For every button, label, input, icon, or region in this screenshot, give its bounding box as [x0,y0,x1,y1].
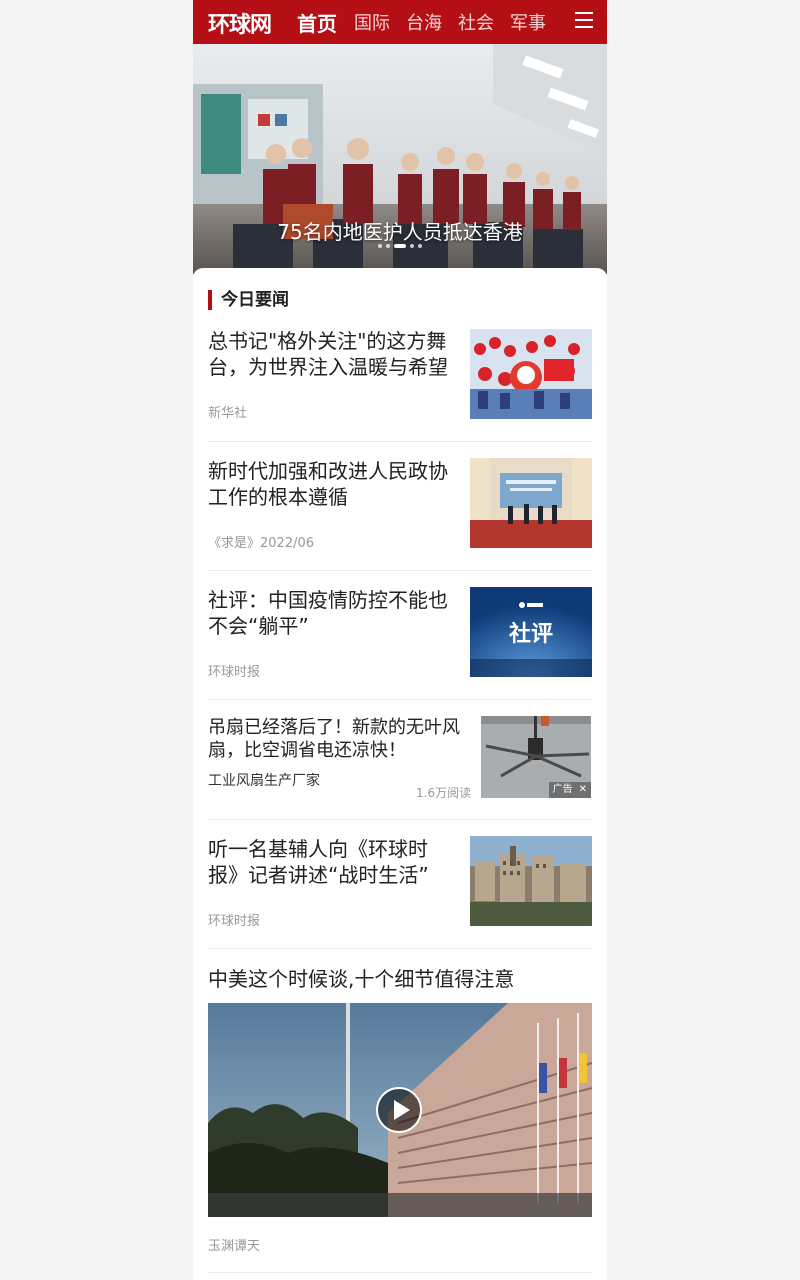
video-title[interactable]: 中美这个时候谈,十个细节值得注意 [208,963,514,992]
news-source: 环球时报 [208,914,261,929]
ad-read-count: 1.6万阅读 [416,786,472,800]
top-nav-bar: 环球网 首页 国际 台海 社会 军事 [193,0,607,44]
news-item[interactable]: 新时代加强和改进人民政协工作的根本遵循 《求是》2022/06 [208,458,592,571]
video-item[interactable]: 中美这个时候谈,十个细节值得注意 玉渊谭天 [208,949,592,1273]
carousel-dot[interactable] [410,244,414,248]
section-title: 今日要闻 [208,290,289,310]
nav-tab-international[interactable]: 国际 [354,9,390,35]
news-item[interactable]: 总书记"格外关注"的这方舞台，为世界注入温暖与希望 新华社 [208,328,592,442]
nav-tab-military[interactable]: 军事 [510,9,546,35]
video-source: 玉渊谭天 [208,1239,261,1254]
hero-carousel[interactable]: 75名内地医护人员抵达香港 [193,44,607,274]
nav-tab-taiwan-strait[interactable]: 台海 [406,9,442,35]
video-player[interactable] [208,1003,592,1217]
ad-item[interactable]: 吊扇已经落后了！新款的无叶风扇，比空调省电还凉快！ 工业风扇生产厂家 1.6万阅… [208,716,592,820]
thumb-editorial-label: 社评 [509,621,553,647]
news-thumbnail[interactable] [470,836,592,926]
news-item[interactable]: 社评：中国疫情防控不能也不会“躺平” 环球时报 社评 [208,587,592,700]
news-source: 新华社 [208,406,248,421]
hero-caption[interactable]: 75名内地医护人员抵达香港 [193,216,607,245]
carousel-dot[interactable] [418,244,422,248]
close-icon[interactable]: ✕ [579,782,587,798]
hamburger-menu-icon[interactable] [575,12,593,30]
news-feed: 今日要闻 总书记"格外关注"的这方舞台，为世界注入温暖与希望 新华社 新时代加强… [193,268,607,1280]
news-thumbnail[interactable]: 社评 [470,587,592,677]
channel-nav: 首页 国际 台海 社会 军事 [297,0,562,44]
ad-badge: 广告 ✕ [548,782,591,798]
site-logo[interactable]: 环球网 [208,7,272,39]
carousel-dot-active[interactable] [394,244,406,248]
ad-badge-label: 广告 [552,784,573,795]
nav-tab-society[interactable]: 社会 [458,9,494,35]
carousel-indicator [193,244,607,248]
carousel-dot[interactable] [378,244,382,248]
news-thumbnail[interactable] [470,329,592,419]
ad-thumbnail[interactable]: 广告 ✕ [481,716,591,798]
page: 环球网 首页 国际 台海 社会 军事 75名内地医护人员抵达香港 今日要闻 总书… [193,0,607,1280]
play-icon[interactable] [376,1087,422,1133]
news-title[interactable]: 总书记"格外关注"的这方舞台，为世界注入温暖与希望 [208,328,456,380]
news-source: 环球时报 [208,665,261,680]
ad-title[interactable]: 吊扇已经落后了！新款的无叶风扇，比空调省电还凉快！ [208,716,468,762]
news-title[interactable]: 听一名基辅人向《环球时报》记者讲述“战时生活” [208,836,456,888]
ad-advertiser: 工业风扇生产厂家 [208,773,320,789]
news-title[interactable]: 新时代加强和改进人民政协工作的根本遵循 [208,458,456,510]
news-title[interactable]: 社评：中国疫情防控不能也不会“躺平” [208,587,456,639]
news-thumbnail[interactable] [470,458,592,548]
news-source: 《求是》2022/06 [208,536,315,551]
carousel-dot[interactable] [386,244,390,248]
nav-tab-home[interactable]: 首页 [297,8,337,37]
news-item[interactable]: 听一名基辅人向《环球时报》记者讲述“战时生活” 环球时报 [208,836,592,949]
